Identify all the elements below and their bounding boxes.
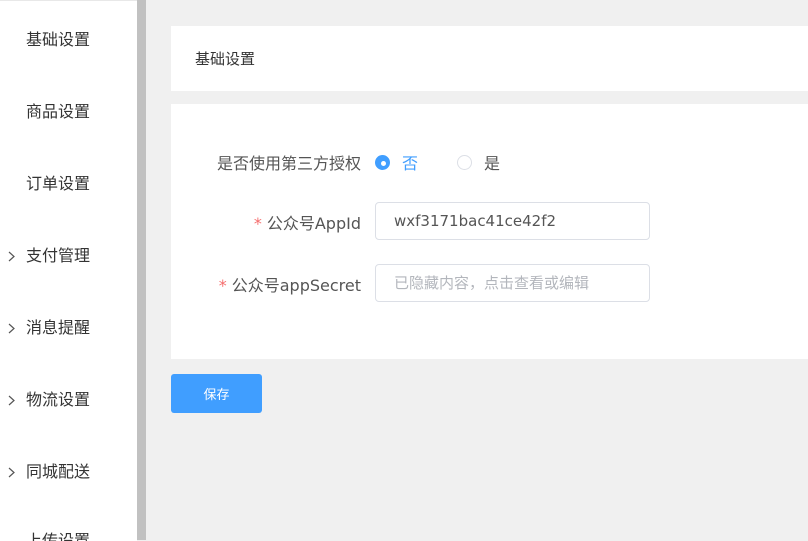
settings-form: 是否使用第三方授权 否 是 *公众号AppId *公众号appSecret — [171, 104, 808, 359]
radio-unchecked-icon — [457, 154, 472, 170]
sidebar-item-label: 支付管理 — [26, 246, 91, 265]
required-mark: * — [218, 276, 227, 295]
app-id-label: * 公众号AppId — [253, 214, 361, 233]
save-button[interactable]: 保存 — [171, 374, 262, 413]
app-id-input[interactable] — [375, 202, 650, 240]
sidebar-item-label: 上传设置 — [26, 531, 91, 541]
third-party-auth-label: 是否使用第三方授权 — [216, 154, 361, 173]
sidebar: 基础设置 商品设置 订单设置 支付管理 消息提醒 物流设置 同城配送 上传设置 — [0, 0, 137, 541]
sidebar-item-local-delivery[interactable]: 同城配送 — [0, 457, 137, 487]
radio-label: 是 — [484, 154, 501, 173]
sidebar-item-basic-settings[interactable]: 基础设置 — [0, 25, 137, 55]
chevron-right-icon — [5, 313, 17, 343]
third-party-auth-radio-no[interactable]: 否 — [375, 151, 418, 173]
sidebar-item-order-settings[interactable]: 订单设置 — [0, 169, 137, 199]
section-header-card: 基础设置 — [171, 26, 808, 91]
sidebar-item-message-reminders[interactable]: 消息提醒 — [0, 313, 137, 343]
sidebar-item-product-settings[interactable]: 商品设置 — [0, 97, 137, 127]
radio-checked-icon — [375, 154, 390, 170]
sidebar-item-label: 基础设置 — [26, 30, 91, 49]
sidebar-item-logistics-settings[interactable]: 物流设置 — [0, 385, 137, 415]
sidebar-item-label: 物流设置 — [26, 390, 91, 409]
sidebar-item-upload-settings[interactable]: 上传设置 — [0, 526, 137, 541]
app-secret-input[interactable] — [375, 264, 650, 302]
chevron-right-icon — [5, 385, 17, 415]
app-secret-label: * 公众号appSecret — [218, 276, 361, 295]
sidebar-scrollbar[interactable] — [137, 0, 146, 540]
sidebar-item-label: 订单设置 — [26, 174, 91, 193]
sidebar-item-payment-management[interactable]: 支付管理 — [0, 241, 137, 271]
chevron-right-icon — [5, 457, 17, 487]
third-party-auth-radio-yes[interactable]: 是 — [457, 151, 500, 173]
sidebar-item-label: 同城配送 — [26, 462, 91, 481]
sidebar-item-label: 商品设置 — [26, 102, 91, 121]
required-mark: * — [253, 214, 262, 233]
page-title: 基础设置 — [195, 50, 256, 68]
chevron-right-icon — [5, 241, 17, 271]
radio-label: 否 — [402, 154, 419, 173]
sidebar-item-label: 消息提醒 — [26, 318, 91, 337]
